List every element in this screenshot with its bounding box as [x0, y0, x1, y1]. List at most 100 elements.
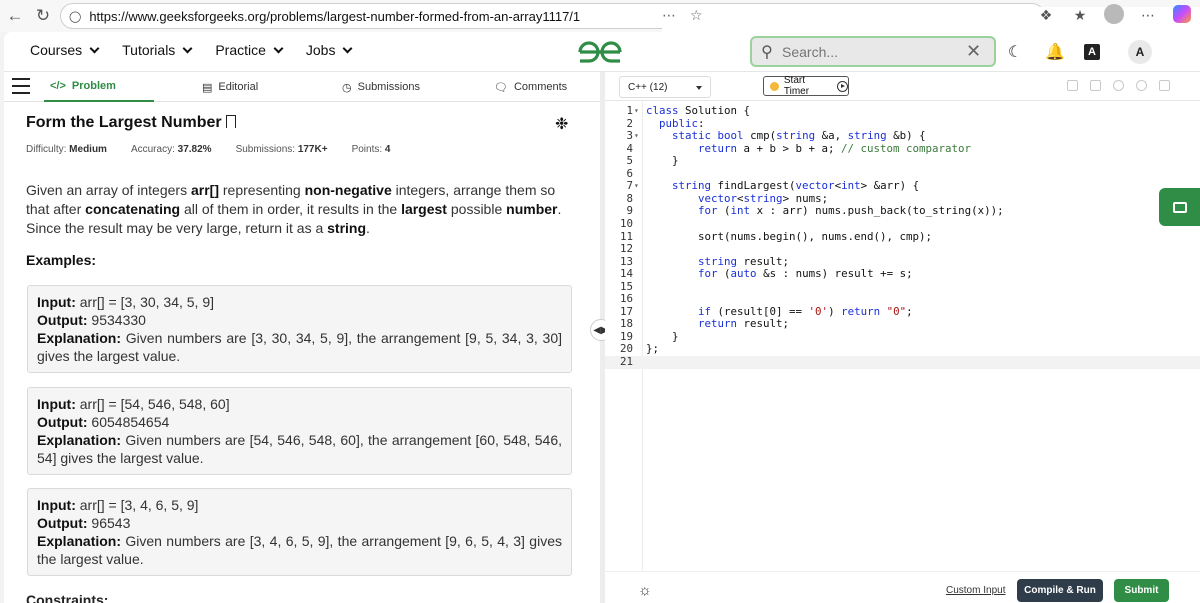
code-line[interactable]: 11 sort(nums.begin(), nums.end(), cmp); — [605, 229, 1200, 244]
chevron-down-icon — [273, 43, 284, 53]
site-info-icon[interactable]: ◯ — [69, 10, 81, 23]
line-number: 1 — [626, 104, 633, 117]
language-label: C++ (12) — [628, 81, 668, 93]
code-text: sort(nums.begin(), nums.end(), cmp); — [646, 229, 933, 243]
menu-label: Tutorials — [122, 42, 176, 58]
code-text: for (auto &s : nums) result += s; — [698, 267, 913, 281]
copilot-icon[interactable] — [1172, 5, 1192, 26]
code-line[interactable]: 9 for (int x : arr) nums.push_back(to_st… — [605, 205, 1200, 218]
line-number: 18 — [619, 317, 633, 331]
timer-icon — [770, 81, 779, 91]
more-icon[interactable]: ⋯ — [1138, 7, 1158, 24]
code-line[interactable]: 21 — [605, 355, 1200, 369]
browser-toolbar: ← ↻ ◯ https://www.geeksforgeeks.org/prob… — [0, 0, 1200, 538]
accuracy: Accuracy: 37.82% — [130, 144, 212, 155]
code-editor[interactable]: 1 ▾ class Solution {2 public: 3 ▾ static boo… — [605, 101, 1200, 571]
language-select[interactable]: C++ (12) — [619, 76, 711, 98]
user-avatar[interactable]: A — [1128, 40, 1152, 64]
code-line[interactable]: 19 } — [605, 330, 1200, 344]
menu-jobs[interactable]: Jobs — [305, 42, 353, 58]
code-line[interactable]: 10 — [605, 216, 1200, 231]
code-text: }; — [646, 342, 660, 356]
report-bug-icon[interactable]: ❉ — [555, 114, 568, 134]
custom-input-link[interactable]: Custom Input — [946, 585, 1005, 596]
examples-heading: Examples: — [26, 252, 97, 268]
example-box: Input: arr[] = [3, 30, 34, 5, 9] Output:… — [27, 285, 572, 373]
search-input[interactable] — [782, 43, 962, 60]
clock-icon: ◷ — [342, 81, 352, 94]
notification-bell-icon[interactable]: 🔔 — [1044, 41, 1066, 63]
tab-problem[interactable]: </> Problem — [44, 72, 154, 102]
code-line[interactable]: 12 — [605, 243, 1200, 256]
difficulty: Difficulty: Medium — [26, 144, 107, 155]
line-number: 12 — [619, 242, 633, 256]
copy-icon[interactable] — [1067, 80, 1078, 91]
reset-icon[interactable] — [1136, 80, 1147, 91]
code-icon: </> — [50, 80, 66, 92]
chevron-down-icon — [343, 43, 353, 53]
menu-label: Courses — [30, 42, 83, 58]
refresh-icon[interactable]: ↻ — [28, 0, 58, 32]
submit-button[interactable]: Submit — [1114, 579, 1169, 602]
menu-label: Practice — [215, 42, 266, 58]
gfg-logo[interactable] — [576, 39, 624, 65]
compile-run-button[interactable]: Compile & Run — [1017, 579, 1103, 602]
editor-footer: ☼ Custom Input Compile & Run Submit — [605, 571, 1200, 603]
dark-mode-icon[interactable]: ☾ — [1004, 41, 1026, 63]
code-text: return result; — [698, 317, 790, 331]
fold-arrow-icon[interactable]: ▾ — [634, 180, 639, 193]
chat-icon[interactable] — [1159, 188, 1200, 226]
line-number: 10 — [619, 216, 633, 230]
extensions-icon[interactable]: ❖ — [1036, 7, 1056, 24]
profile-avatar[interactable] — [1104, 4, 1124, 27]
code-line[interactable]: 4 return a + b > b + a; // custom compar… — [605, 142, 1200, 156]
code-line[interactable]: 18 return result; — [605, 318, 1200, 331]
problem-meta: Difficulty: Medium Accuracy: 37.82% Subm… — [26, 144, 390, 155]
search-box[interactable]: ⚲ ✕ — [750, 36, 996, 67]
address-bar[interactable]: ◯ https://www.geeksforgeeks.org/problems… — [60, 3, 1200, 538]
favorites-icon[interactable]: ★ — [1070, 7, 1090, 24]
tab-label: Submissions — [357, 81, 420, 93]
code-line[interactable]: 7 ▾ string findLargest(vector<int> &arr) … — [605, 180, 1200, 193]
tab-label: Editorial — [218, 81, 259, 93]
tab-submissions[interactable]: ◷ Submissions — [342, 72, 420, 102]
menu-courses[interactable]: Courses — [30, 42, 100, 58]
lightbulb-icon[interactable]: ☼ — [638, 582, 652, 599]
document-icon: ▤ — [202, 81, 213, 94]
start-timer-button[interactable]: Start Timer — [763, 75, 849, 97]
tab-editorial[interactable]: ▤ Editorial — [202, 72, 258, 102]
submissions-count: Submissions: 177K+ — [235, 144, 328, 155]
problem-statement: Given an array of integers arr[] represe… — [26, 182, 562, 236]
search-icon: ⚲ — [761, 43, 773, 61]
points: Points: 4 — [351, 144, 391, 155]
timer-label: Start Timer — [783, 75, 810, 97]
caret-down-icon — [696, 86, 702, 90]
site-header: Courses Tutorials Practice Jobs ⚲ ✕ ☾ 🔔 … — [4, 32, 1200, 72]
settings-icon[interactable] — [1113, 80, 1124, 91]
code-text: } — [646, 154, 679, 168]
problem-title: Form the Largest Number — [26, 114, 222, 131]
back-icon[interactable]: ← — [0, 0, 30, 32]
tab-comments[interactable]: 🗨 Comments — [494, 72, 567, 102]
code-line[interactable]: 5 } — [605, 155, 1200, 168]
comment-icon: 🗨 — [494, 81, 508, 94]
menu-tutorials[interactable]: Tutorials — [122, 42, 193, 58]
fullscreen-icon[interactable] — [1159, 80, 1170, 91]
menu-practice[interactable]: Practice — [215, 42, 284, 58]
menu-label: Jobs — [305, 42, 336, 58]
file-icon[interactable] — [1090, 80, 1101, 91]
line-number: 7 — [626, 179, 633, 193]
code-line[interactable]: 20}; — [605, 343, 1200, 356]
translate-icon[interactable]: A — [1084, 44, 1100, 60]
bookmark-icon[interactable] — [225, 115, 236, 128]
editor-pane: C++ (12) Start Timer 1 ▾ class Solution {2… — [605, 72, 1200, 603]
hamburger-menu-icon[interactable] — [12, 78, 30, 94]
clear-search-icon[interactable]: ✕ — [966, 41, 981, 62]
gfg-page: Courses Tutorials Practice Jobs ⚲ ✕ ☾ 🔔 … — [4, 32, 1200, 603]
code-line[interactable]: 14 for (auto &s : nums) result += s; — [605, 267, 1200, 281]
chevron-down-icon — [89, 43, 100, 53]
fold-arrow-icon[interactable]: ▾ — [634, 105, 639, 118]
tab-label: Problem — [71, 80, 116, 92]
fold-arrow-icon[interactable]: ▾ — [634, 130, 639, 143]
code-line[interactable]: 15 — [605, 280, 1200, 294]
